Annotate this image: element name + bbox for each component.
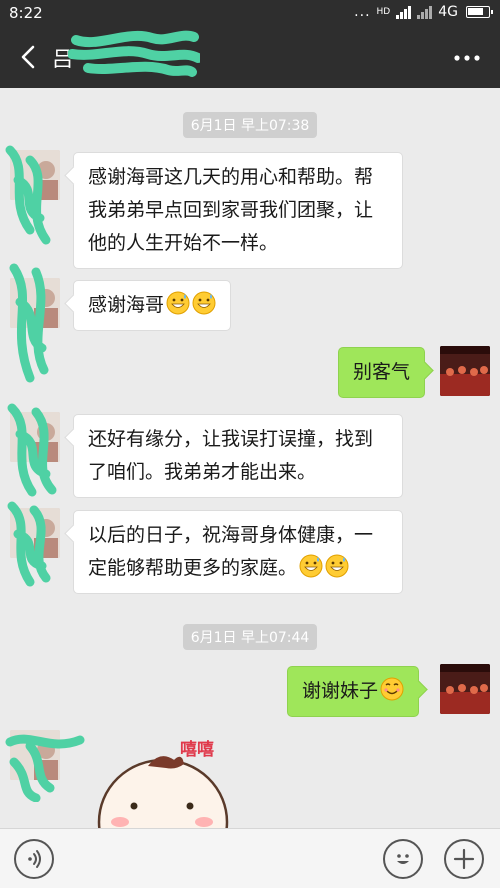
status-icons: ... HD 4G bbox=[354, 4, 493, 20]
baby-sticker-icon[interactable] bbox=[78, 730, 248, 830]
avatar[interactable] bbox=[10, 150, 60, 200]
timestamp: 6月1日 早上07:44 bbox=[0, 624, 500, 650]
message-bubble-sent[interactable]: 别客气 bbox=[338, 347, 426, 398]
sticker-caption: 嘻嘻 bbox=[180, 740, 214, 760]
message-bubble[interactable]: 感谢海哥这几天的用心和帮助。帮我弟弟早点回到家哥我们团聚，让他的人生开始不一样。 bbox=[73, 152, 403, 269]
plus-icon bbox=[453, 848, 475, 870]
hd-badge: HD bbox=[376, 7, 391, 17]
avatar-image-icon bbox=[10, 150, 60, 200]
signal-icon-2 bbox=[417, 5, 433, 19]
timestamp: 6月1日 早上07:38 bbox=[0, 112, 500, 138]
emoji-button[interactable] bbox=[383, 839, 423, 879]
avatar[interactable] bbox=[10, 508, 60, 558]
message-text: 别客气 bbox=[353, 361, 411, 383]
grin-sweat-emoji bbox=[325, 554, 349, 578]
avatar-image-icon bbox=[10, 278, 60, 328]
more-dots-icon bbox=[454, 55, 480, 61]
notification-dots: ... bbox=[354, 4, 371, 20]
message-bubble[interactable]: 以后的日子，祝海哥身体健康，一定能够帮助更多的家庭。 bbox=[73, 510, 403, 594]
smile-emoji bbox=[380, 677, 404, 701]
voice-icon bbox=[28, 850, 41, 868]
back-button[interactable] bbox=[16, 42, 42, 72]
message-bubble[interactable]: 感谢海哥 bbox=[73, 280, 232, 331]
input-bar bbox=[0, 828, 500, 888]
message-text: 谢谢妹子 bbox=[302, 680, 379, 702]
network-type: 4G bbox=[438, 4, 458, 20]
avatar-image-icon bbox=[10, 508, 60, 558]
avatar-image-icon bbox=[440, 346, 490, 396]
battery-icon bbox=[466, 6, 493, 18]
timestamp-label: 6月1日 早上07:38 bbox=[182, 112, 318, 138]
avatar[interactable] bbox=[10, 278, 60, 328]
avatar-image-icon bbox=[440, 664, 490, 714]
avatar[interactable] bbox=[10, 730, 60, 780]
grin-sweat-emoji bbox=[166, 291, 190, 315]
more-button[interactable] bbox=[452, 46, 482, 70]
avatar-image-icon bbox=[10, 412, 60, 462]
avatar[interactable] bbox=[10, 412, 60, 462]
more-actions-button[interactable] bbox=[444, 839, 484, 879]
redaction-scribble bbox=[68, 30, 200, 77]
message-text: 还好有缘分，让我误打误撞，找到了咱们。我弟弟才能出来。 bbox=[88, 428, 374, 483]
status-bar: 8:22 ... HD 4G bbox=[0, 0, 500, 28]
message-bubble-sent[interactable]: 谢谢妹子 bbox=[287, 666, 420, 717]
message-text: 感谢海哥 bbox=[88, 294, 165, 316]
grin-sweat-emoji bbox=[299, 554, 323, 578]
avatar-image-icon bbox=[10, 730, 60, 780]
status-time: 8:22 bbox=[9, 4, 43, 22]
voice-button[interactable] bbox=[14, 839, 54, 879]
chevron-left-icon bbox=[21, 45, 35, 69]
my-avatar[interactable] bbox=[440, 346, 490, 396]
grin-sweat-emoji bbox=[192, 291, 216, 315]
timestamp-label: 6月1日 早上07:44 bbox=[182, 624, 318, 650]
chat-header: 吕 bbox=[0, 28, 500, 88]
smiley-icon bbox=[397, 854, 409, 864]
message-text: 感谢海哥这几天的用心和帮助。帮我弟弟早点回到家哥我们团聚，让他的人生开始不一样。 bbox=[88, 166, 374, 254]
signal-icon bbox=[396, 5, 412, 19]
message-bubble[interactable]: 还好有缘分，让我误打误撞，找到了咱们。我弟弟才能出来。 bbox=[73, 414, 403, 498]
my-avatar[interactable] bbox=[440, 664, 490, 714]
